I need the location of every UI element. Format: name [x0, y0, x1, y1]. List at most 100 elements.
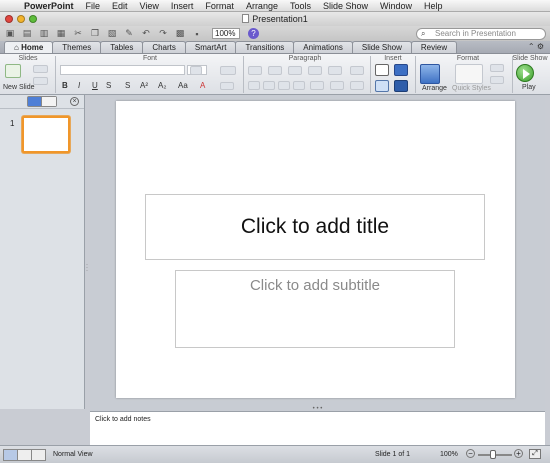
arrange-icon[interactable] [420, 64, 440, 84]
align-left-icon[interactable] [248, 81, 260, 90]
slides-view-icon[interactable] [28, 97, 42, 106]
font-name-field[interactable] [60, 65, 185, 75]
search-icon: ⌕ [421, 29, 426, 38]
menu-format[interactable]: Format [199, 1, 240, 11]
copy-icon[interactable]: ❐ [88, 28, 102, 39]
menu-edit[interactable]: Edit [106, 1, 134, 11]
superscript-icon[interactable]: A² [140, 81, 148, 90]
zoom-out-button[interactable]: − [466, 449, 475, 458]
slide-thumbnail[interactable] [22, 116, 70, 153]
normal-view-button[interactable] [3, 448, 18, 461]
panel-splitter-grip[interactable]: · · · [86, 262, 88, 274]
shape-outline-icon[interactable] [490, 76, 504, 84]
undo-icon[interactable]: ↶ [139, 28, 153, 39]
numbering-icon[interactable] [268, 66, 282, 75]
bullets-icon[interactable] [248, 66, 262, 75]
layout-icon[interactable] [33, 65, 48, 73]
print-icon[interactable]: ▦ [54, 28, 68, 39]
text-box-icon[interactable] [375, 64, 389, 76]
menu-bar: PowerPoint File Edit View Insert Format … [0, 0, 550, 12]
increase-indent-icon[interactable] [308, 66, 322, 75]
quick-styles-icon[interactable] [455, 64, 483, 84]
quick-styles-button[interactable]: Quick Styles [452, 85, 491, 92]
play-button[interactable]: Play [522, 84, 536, 91]
tab-slide-show[interactable]: Slide Show [351, 41, 412, 53]
zoom-slider-handle[interactable] [490, 450, 496, 459]
fit-to-window-icon[interactable]: ⤢ [529, 449, 541, 459]
arrange-button[interactable]: Arrange [422, 85, 447, 92]
tab-review[interactable]: Review [410, 41, 458, 53]
play-icon[interactable] [516, 64, 534, 82]
subtitle-placeholder[interactable]: Click to add subtitle [175, 270, 455, 348]
slide-sorter-view-button[interactable] [17, 448, 32, 461]
text-direction-icon[interactable] [328, 66, 342, 75]
strikethrough-icon[interactable]: S [125, 81, 130, 90]
grow-font-icon[interactable] [190, 66, 202, 75]
new-slide-icon[interactable] [5, 64, 21, 78]
search-placeholder: Search in Presentation [435, 29, 516, 38]
clear-formatting-icon[interactable] [220, 66, 236, 75]
media-browser-icon[interactable]: ▪ [190, 28, 204, 39]
columns-icon[interactable] [350, 66, 364, 75]
menu-tools[interactable]: Tools [284, 1, 317, 11]
smartart-convert-icon[interactable] [350, 81, 364, 90]
paste-icon[interactable]: ▧ [105, 28, 119, 39]
italic-icon[interactable]: I [78, 81, 80, 90]
outline-view-icon[interactable] [42, 97, 56, 106]
format-painter-icon[interactable]: ✎ [122, 28, 136, 39]
menu-insert[interactable]: Insert [165, 1, 200, 11]
tab-transitions[interactable]: Transitions [235, 41, 295, 53]
menu-file[interactable]: File [80, 1, 107, 11]
title-placeholder[interactable]: Click to add title [145, 194, 485, 260]
media-icon[interactable] [394, 80, 408, 92]
status-bar: Normal View Slide 1 of 1 100% − + ⤢ [0, 445, 550, 463]
tab-themes[interactable]: Themes [52, 41, 102, 53]
menu-arrange[interactable]: Arrange [240, 1, 284, 11]
shape-fill-icon[interactable] [490, 64, 504, 72]
slide-show-view-button[interactable] [31, 448, 46, 461]
tab-animations[interactable]: Animations [293, 41, 353, 53]
shadow-icon[interactable]: S [106, 81, 111, 90]
save-icon[interactable]: ▥ [37, 28, 51, 39]
decrease-indent-icon[interactable] [288, 66, 302, 75]
window-title: Presentation1 [0, 14, 550, 24]
menu-help[interactable]: Help [418, 1, 449, 11]
new-slide-button[interactable]: New Slide [3, 84, 35, 91]
zoom-select[interactable]: 100% [212, 28, 240, 39]
menu-window[interactable]: Window [374, 1, 418, 11]
bold-icon[interactable]: B [62, 81, 68, 90]
cut-icon[interactable]: ✂ [71, 28, 85, 39]
notes-pane[interactable]: Click to add notes [90, 411, 545, 445]
slide[interactable]: Click to add title Click to add subtitle [116, 101, 515, 398]
align-center-icon[interactable] [263, 81, 275, 90]
zoom-in-button[interactable]: + [514, 449, 523, 458]
templates-icon[interactable]: ▤ [20, 28, 34, 39]
toolbox-icon[interactable]: ▩ [173, 28, 187, 39]
align-right-icon[interactable] [278, 81, 290, 90]
new-icon[interactable]: ▣ [3, 28, 17, 39]
underline-icon[interactable]: U [92, 81, 98, 90]
highlight-icon[interactable] [220, 82, 234, 90]
ribbon-collapse-icon[interactable]: ⌃ ⚙ [528, 42, 544, 51]
search-input[interactable]: ⌕ Search in Presentation [416, 28, 546, 40]
tab-tables[interactable]: Tables [100, 41, 144, 53]
line-spacing-icon[interactable] [310, 81, 324, 90]
tab-smartart[interactable]: SmartArt [184, 41, 237, 53]
redo-icon[interactable]: ↷ [156, 28, 170, 39]
menu-slide-show[interactable]: Slide Show [317, 1, 374, 11]
section-icon[interactable] [33, 77, 48, 85]
subscript-icon[interactable]: A₂ [158, 81, 166, 90]
font-color-icon[interactable]: A [200, 81, 205, 90]
help-icon[interactable]: ? [248, 28, 259, 39]
panel-view-switch[interactable] [27, 96, 57, 107]
shape-icon[interactable] [375, 80, 389, 92]
tab-home[interactable]: ⌂ Home [4, 41, 54, 53]
justify-icon[interactable] [293, 81, 305, 90]
tab-charts[interactable]: Charts [142, 41, 186, 53]
change-case-icon[interactable]: Aa [178, 81, 188, 90]
menu-view[interactable]: View [134, 1, 165, 11]
menu-powerpoint[interactable]: PowerPoint [18, 1, 80, 11]
close-panel-icon[interactable]: × [70, 97, 79, 106]
picture-icon[interactable] [394, 64, 408, 76]
align-text-icon[interactable] [330, 81, 344, 90]
